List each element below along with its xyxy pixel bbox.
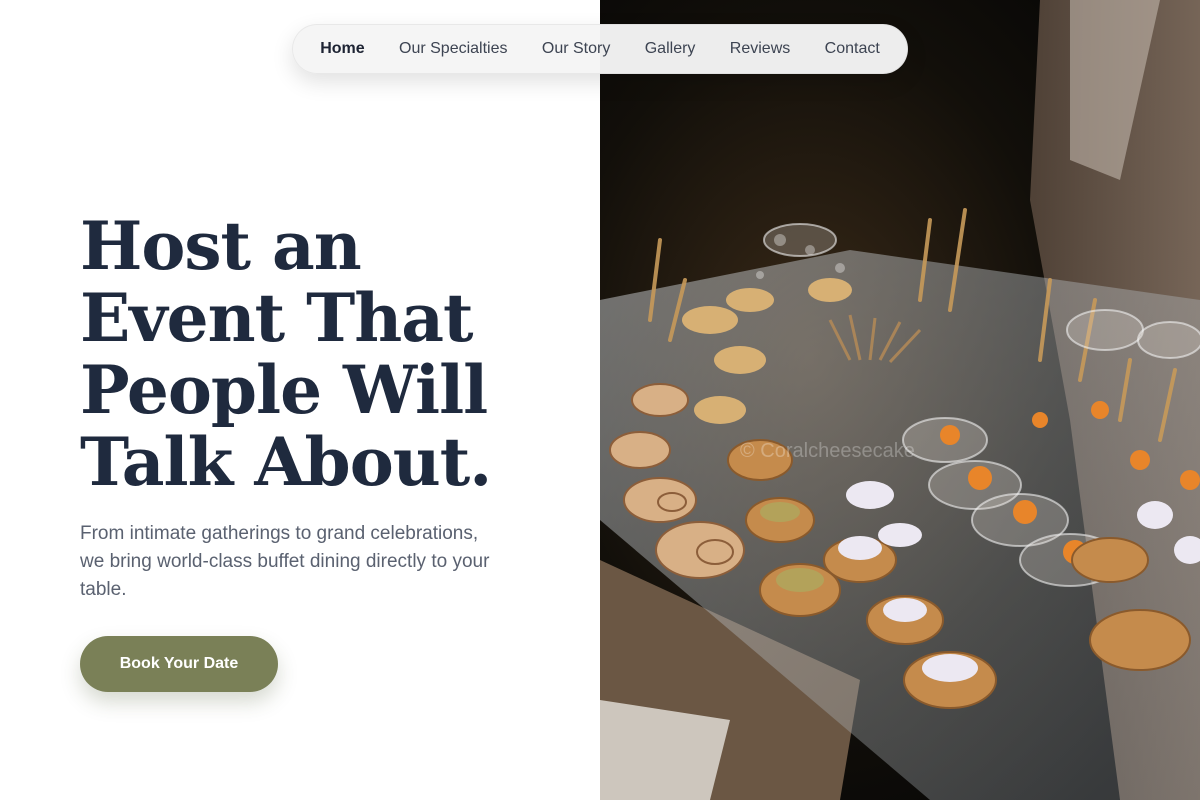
nav-gallery[interactable]: Gallery [645, 40, 696, 58]
nav-our-story[interactable]: Our Story [542, 40, 610, 58]
main-nav: Home Our Specialties Our Story Gallery R… [292, 24, 908, 74]
hero-left-pane: Host an Event That People Will Talk Abou… [0, 0, 600, 800]
nav-reviews[interactable]: Reviews [730, 40, 790, 58]
nav-home[interactable]: Home [320, 40, 364, 58]
headline-line-4: Talk About. [80, 423, 492, 501]
book-your-date-button[interactable]: Book Your Date [80, 636, 278, 692]
headline-line-1: Host an [80, 207, 362, 285]
nav-contact[interactable]: Contact [825, 40, 880, 58]
headline-line-2: Event That [80, 279, 473, 357]
catering-platter-photo [600, 0, 1200, 800]
hero-headline: Host an Event That People Will Talk Abou… [80, 210, 540, 498]
hero-photo: © Coralcheesecake [600, 0, 1200, 800]
nav-our-specialties[interactable]: Our Specialties [399, 40, 508, 58]
photo-watermark: © Coralcheesecake [740, 440, 915, 462]
hero-subtext: From intimate gatherings to grand celebr… [80, 523, 490, 600]
headline-line-3: People Will [80, 351, 488, 429]
